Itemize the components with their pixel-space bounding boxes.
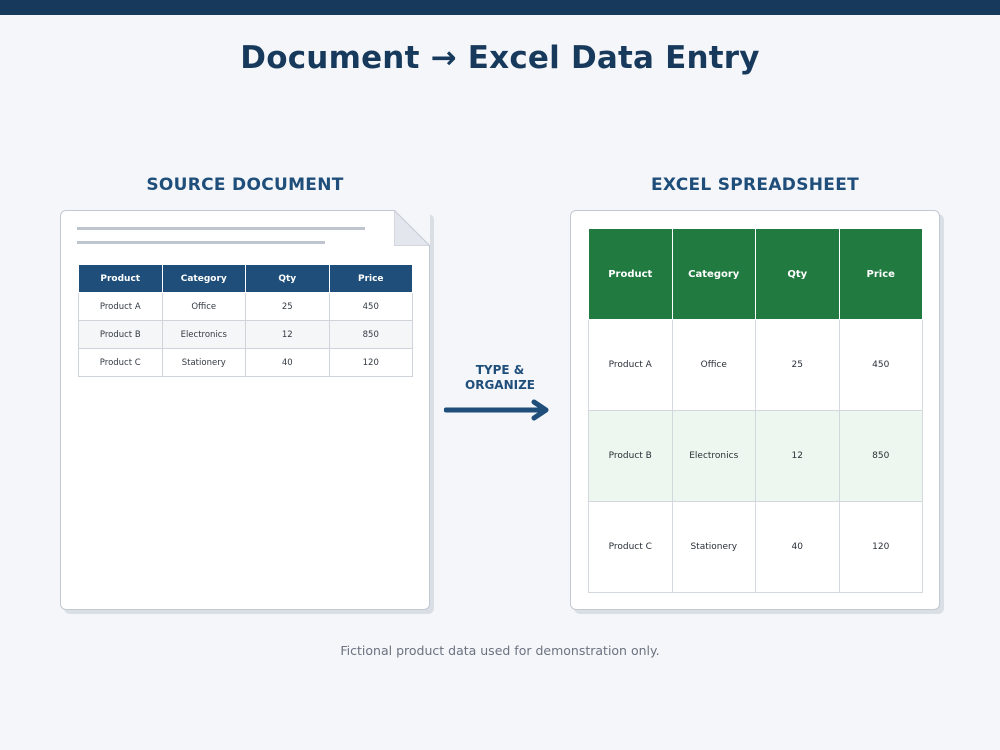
column-header-product: Product <box>78 264 163 293</box>
arrow-label-line1: TYPE & <box>475 363 525 377</box>
cell-price: 850 <box>328 320 413 349</box>
column-header-category: Category <box>671 228 756 320</box>
table-row: Product B Electronics 12 850 <box>588 410 923 502</box>
cell-qty: 40 <box>245 348 330 377</box>
arrow-right-icon <box>444 399 549 421</box>
document-text-line <box>77 227 365 230</box>
cell-product: Product C <box>78 348 163 377</box>
cell-price: 450 <box>328 292 413 321</box>
table-header-row: Product Category Qty Price <box>78 264 413 293</box>
page-title: Document → Excel Data Entry <box>240 40 760 76</box>
cell-category: Office <box>161 292 246 321</box>
column-header-product: Product <box>588 228 673 320</box>
column-header-qty: Qty <box>755 228 840 320</box>
document-text-line <box>77 241 325 244</box>
cell-product: Product C <box>588 501 673 593</box>
column-header-price: Price <box>838 228 923 320</box>
table-row: Product C Stationery 40 120 <box>78 348 413 377</box>
cell-qty: 25 <box>245 292 330 321</box>
cell-qty: 25 <box>755 319 840 411</box>
cell-category: Electronics <box>161 320 246 349</box>
arrow-label: TYPE & ORGANIZE <box>445 363 555 393</box>
source-document: Product Category Qty Price Product A Off… <box>60 210 430 610</box>
cell-category: Stationery <box>671 501 756 593</box>
table-header-row: Product Category Qty Price <box>588 228 923 320</box>
excel-spreadsheet-heading: EXCEL SPREADSHEET <box>650 175 860 195</box>
arrow-label-line2: ORGANIZE <box>465 378 535 392</box>
table-row: Product A Office 25 450 <box>78 292 413 321</box>
cell-price: 120 <box>328 348 413 377</box>
cell-qty: 12 <box>245 320 330 349</box>
table-row: Product A Office 25 450 <box>588 319 923 411</box>
cell-product: Product A <box>78 292 163 321</box>
page-fold-icon <box>394 210 430 246</box>
top-bar <box>0 0 1000 15</box>
table-row: Product C Stationery 40 120 <box>588 501 923 593</box>
source-document-heading: SOURCE DOCUMENT <box>146 175 344 195</box>
cell-qty: 40 <box>755 501 840 593</box>
cell-product: Product B <box>78 320 163 349</box>
column-header-price: Price <box>328 264 413 293</box>
column-header-category: Category <box>161 264 246 293</box>
column-header-qty: Qty <box>245 264 330 293</box>
cell-product: Product B <box>588 410 673 502</box>
spreadsheet-table: Product Category Qty Price Product A Off… <box>588 228 923 593</box>
cell-category: Electronics <box>671 410 756 502</box>
source-data-table: Product Category Qty Price Product A Off… <box>78 264 413 377</box>
cell-price: 120 <box>838 501 923 593</box>
footnote: Fictional product data used for demonstr… <box>340 643 660 658</box>
table-row: Product B Electronics 12 850 <box>78 320 413 349</box>
cell-qty: 12 <box>755 410 840 502</box>
cell-category: Office <box>671 319 756 411</box>
cell-category: Stationery <box>161 348 246 377</box>
excel-spreadsheet: Product Category Qty Price Product A Off… <box>570 210 940 610</box>
cell-product: Product A <box>588 319 673 411</box>
cell-price: 450 <box>838 319 923 411</box>
cell-price: 850 <box>838 410 923 502</box>
